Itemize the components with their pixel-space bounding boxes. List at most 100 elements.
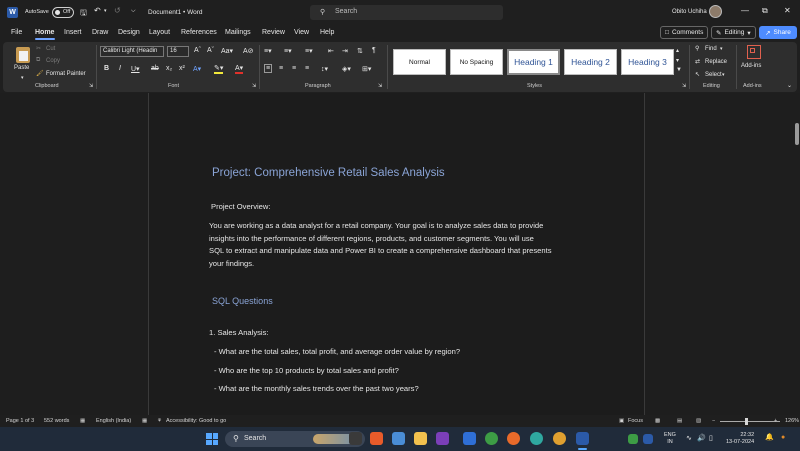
tab-layout[interactable]: Layout xyxy=(149,29,170,36)
taskbar-search[interactable]: ⚲ Search xyxy=(225,431,365,447)
onenote-icon[interactable] xyxy=(436,432,449,445)
select-dropdown-icon[interactable]: ▾ xyxy=(722,72,725,78)
overview-label[interactable]: Project Overview: xyxy=(211,201,271,213)
copy-icon[interactable]: ⧉ xyxy=(36,57,40,64)
list-item[interactable]: - Who are the top 10 products by total s… xyxy=(214,365,399,377)
cut-icon[interactable]: ✂ xyxy=(36,45,41,52)
addins-icon[interactable] xyxy=(747,45,761,59)
task-view-icon[interactable] xyxy=(349,432,362,445)
overview-line-3[interactable]: SQL to extract and manipulate data and P… xyxy=(209,245,552,257)
style-heading-3[interactable]: Heading 3 xyxy=(621,49,674,75)
replace-button[interactable]: Replace xyxy=(705,59,727,65)
list-item[interactable]: - What are the monthly sales trends over… xyxy=(214,383,419,395)
clipboard-launcher-icon[interactable]: ⇲ xyxy=(89,83,93,89)
clock[interactable]: 22:32 13-07-2024 xyxy=(726,432,754,446)
style-normal[interactable]: Normal xyxy=(393,49,446,75)
proofing-icon[interactable]: ▦ xyxy=(80,418,85,424)
collapse-ribbon-icon[interactable]: ⌄ xyxy=(787,82,792,89)
zoom-level[interactable]: 126% xyxy=(785,418,799,424)
list-item[interactable]: 1. Sales Analysis: xyxy=(209,327,269,339)
copy-button[interactable]: Copy xyxy=(46,58,60,64)
minimize-button[interactable]: — xyxy=(741,6,749,15)
style-heading-1[interactable]: Heading 1 xyxy=(507,49,560,75)
tab-home[interactable]: Home xyxy=(35,29,54,36)
clipboard-icon[interactable] xyxy=(16,47,30,63)
highlight-icon[interactable]: ✎▾ xyxy=(214,65,224,74)
numbering-icon[interactable]: ≡▾ xyxy=(284,47,292,55)
app-icon[interactable] xyxy=(463,432,476,445)
share-button[interactable]: ↗ Share xyxy=(759,26,797,39)
increase-indent-icon[interactable]: ⇥ xyxy=(342,47,348,55)
zoom-in-icon[interactable]: + xyxy=(774,418,777,424)
chrome-icon[interactable] xyxy=(485,432,498,445)
undo-icon[interactable]: ↶ xyxy=(94,6,101,15)
line-spacing-icon[interactable]: ↕▾ xyxy=(321,65,328,73)
clear-formatting-icon[interactable]: A⊘ xyxy=(243,47,254,55)
borders-icon[interactable]: ⊞▾ xyxy=(362,65,371,73)
styles-scroll-up-icon[interactable]: ▴ xyxy=(676,47,679,54)
file-explorer-icon[interactable] xyxy=(414,432,427,445)
select-button[interactable]: Select xyxy=(705,72,722,78)
save-icon[interactable]: 🖫 xyxy=(80,7,87,21)
predictions-icon[interactable]: ▦ xyxy=(142,418,147,424)
font-launcher-icon[interactable]: ⇲ xyxy=(252,83,256,89)
select-icon[interactable]: ↖ xyxy=(695,71,700,78)
decrease-indent-icon[interactable]: ⇤ xyxy=(328,47,334,55)
language-indicator[interactable]: ENG IN xyxy=(664,432,676,446)
italic-icon[interactable]: I xyxy=(119,65,121,72)
bold-icon[interactable]: B xyxy=(104,65,109,72)
change-case-icon[interactable]: Aa▾ xyxy=(221,47,233,55)
zoom-slider[interactable] xyxy=(720,421,780,422)
undo-dropdown-icon[interactable]: ▾ xyxy=(104,8,107,14)
battery-icon[interactable]: ▯ xyxy=(709,435,713,442)
show-formatting-icon[interactable]: ¶ xyxy=(372,47,376,54)
avatar[interactable] xyxy=(709,5,722,18)
subscript-icon[interactable]: x₂ xyxy=(166,65,172,72)
find-dropdown-icon[interactable]: ▾ xyxy=(720,46,723,52)
style-heading-2[interactable]: Heading 2 xyxy=(564,49,617,75)
styles-scroll-down-icon[interactable]: ▾ xyxy=(676,57,679,64)
scrollbar-thumb[interactable] xyxy=(795,123,799,145)
sql-questions-heading[interactable]: SQL Questions xyxy=(212,296,273,306)
shrink-font-icon[interactable]: Aˇ xyxy=(207,47,214,54)
paste-dropdown-icon[interactable]: ▾ xyxy=(21,75,24,81)
redo-icon[interactable]: ↺ xyxy=(114,6,121,15)
bullets-icon[interactable]: ≡▾ xyxy=(264,47,272,55)
focus-button[interactable]: Focus xyxy=(628,418,643,424)
justify-icon[interactable]: ≡ xyxy=(305,65,309,72)
document-page[interactable]: Project: Comprehensive Retail Sales Anal… xyxy=(148,93,645,415)
grow-font-icon[interactable]: Aˆ xyxy=(194,47,201,54)
chrome-icon[interactable] xyxy=(553,432,566,445)
align-right-icon[interactable]: ≡ xyxy=(292,65,296,72)
overview-line-1[interactable]: You are working as a data analyst for a … xyxy=(209,220,543,232)
tab-insert[interactable]: Insert xyxy=(64,29,82,36)
strikethrough-icon[interactable]: ab xyxy=(151,65,159,72)
user-name[interactable]: Obito Uchiha xyxy=(672,9,707,15)
firefox-icon[interactable] xyxy=(507,432,520,445)
tab-mailings[interactable]: Mailings xyxy=(225,29,251,36)
word-taskbar-icon[interactable] xyxy=(576,432,589,445)
zoom-out-icon[interactable]: − xyxy=(712,418,715,424)
tray-app-icon[interactable] xyxy=(643,434,653,444)
shading-icon[interactable]: ◈▾ xyxy=(342,65,351,73)
search-box[interactable]: ⚲ Search xyxy=(310,5,503,20)
close-button[interactable]: ✕ xyxy=(784,6,791,15)
windows-start-icon[interactable] xyxy=(206,433,218,445)
read-mode-icon[interactable]: ▩ xyxy=(655,418,660,424)
align-center-icon[interactable]: ≡ xyxy=(279,65,283,72)
underline-icon[interactable]: U▾ xyxy=(131,65,140,73)
paste-button[interactable]: Paste xyxy=(14,65,29,71)
tab-design[interactable]: Design xyxy=(118,29,140,36)
word-count[interactable]: 552 words xyxy=(44,418,69,424)
superscript-icon[interactable]: x² xyxy=(179,65,185,72)
focus-icon[interactable]: ▣ xyxy=(619,418,624,424)
paragraph-launcher-icon[interactable]: ⇲ xyxy=(378,83,382,89)
tab-draw[interactable]: Draw xyxy=(92,29,108,36)
find-icon[interactable]: ⚲ xyxy=(695,45,699,52)
cut-button[interactable]: Cut xyxy=(46,46,55,52)
zoom-slider-thumb[interactable] xyxy=(745,418,748,425)
customize-qat-icon[interactable]: ⌵ xyxy=(131,8,136,15)
autosave-toggle[interactable]: Off xyxy=(52,7,74,18)
font-size-select[interactable]: 16 xyxy=(167,46,189,57)
document-title-heading[interactable]: Project: Comprehensive Retail Sales Anal… xyxy=(212,167,445,179)
